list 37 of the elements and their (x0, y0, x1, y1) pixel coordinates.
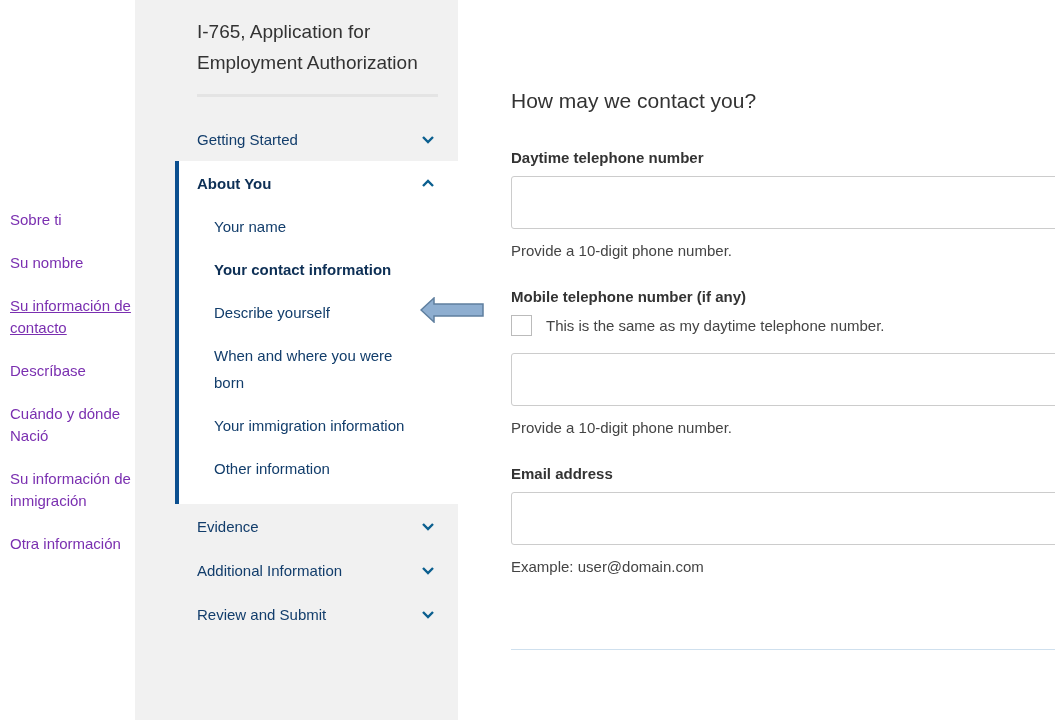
checkbox-label: This is the same as my daytime telephone number. (546, 317, 885, 334)
checkbox[interactable] (511, 315, 532, 336)
chevron-icon (421, 609, 435, 619)
section-item[interactable]: Your contact information (197, 248, 444, 291)
section-item[interactable]: Your immigration information (197, 404, 424, 447)
field-hint: Example: user@domain.com (511, 557, 705, 577)
annotation-link[interactable]: Su información de inmigración (0, 468, 160, 512)
field-hint: Provide a 10-digit phone number. (511, 418, 733, 438)
annotation-link[interactable]: Cuándo y dónde Nació (0, 403, 160, 447)
section-header[interactable]: Additional Information (197, 548, 437, 592)
chevron-icon (421, 521, 435, 531)
annotation-link[interactable]: Sobre ti (0, 209, 160, 231)
section-header[interactable]: Review and Submit (197, 592, 437, 636)
section-item[interactable]: Describe yourself (197, 291, 424, 334)
chevron-icon (421, 178, 435, 188)
field-label: Daytime telephone number (511, 148, 705, 168)
field-hint: Provide a 10-digit phone number. (511, 241, 733, 261)
annotation-link[interactable]: Otra información (0, 533, 160, 555)
section-header[interactable]: Evidence (197, 504, 437, 548)
input-field[interactable] (511, 492, 1055, 545)
input-field[interactable] (511, 353, 1055, 406)
section-header[interactable]: About You (197, 161, 437, 205)
annotation-link[interactable]: Su nombre (0, 252, 160, 274)
chevron-icon (421, 134, 435, 144)
input-field[interactable] (511, 176, 1055, 229)
page-heading: How may we contact you? (511, 88, 758, 114)
annotation-link[interactable]: Descríbase (0, 360, 160, 382)
field-label: Email address (511, 464, 614, 484)
form-title: I-765, Application for Employment Authorization (196, 20, 419, 75)
arrow-icon (420, 297, 484, 323)
chevron-icon (421, 565, 435, 575)
section-item[interactable]: Other information (197, 447, 424, 490)
field-label: Mobile telephone number (if any) (511, 287, 747, 307)
section-header[interactable]: Getting Started (197, 117, 437, 161)
annotation-link[interactable]: Su información de contacto (0, 295, 160, 339)
section-item[interactable]: When and where you were born (197, 334, 424, 404)
section-item[interactable]: Your name (197, 205, 424, 248)
